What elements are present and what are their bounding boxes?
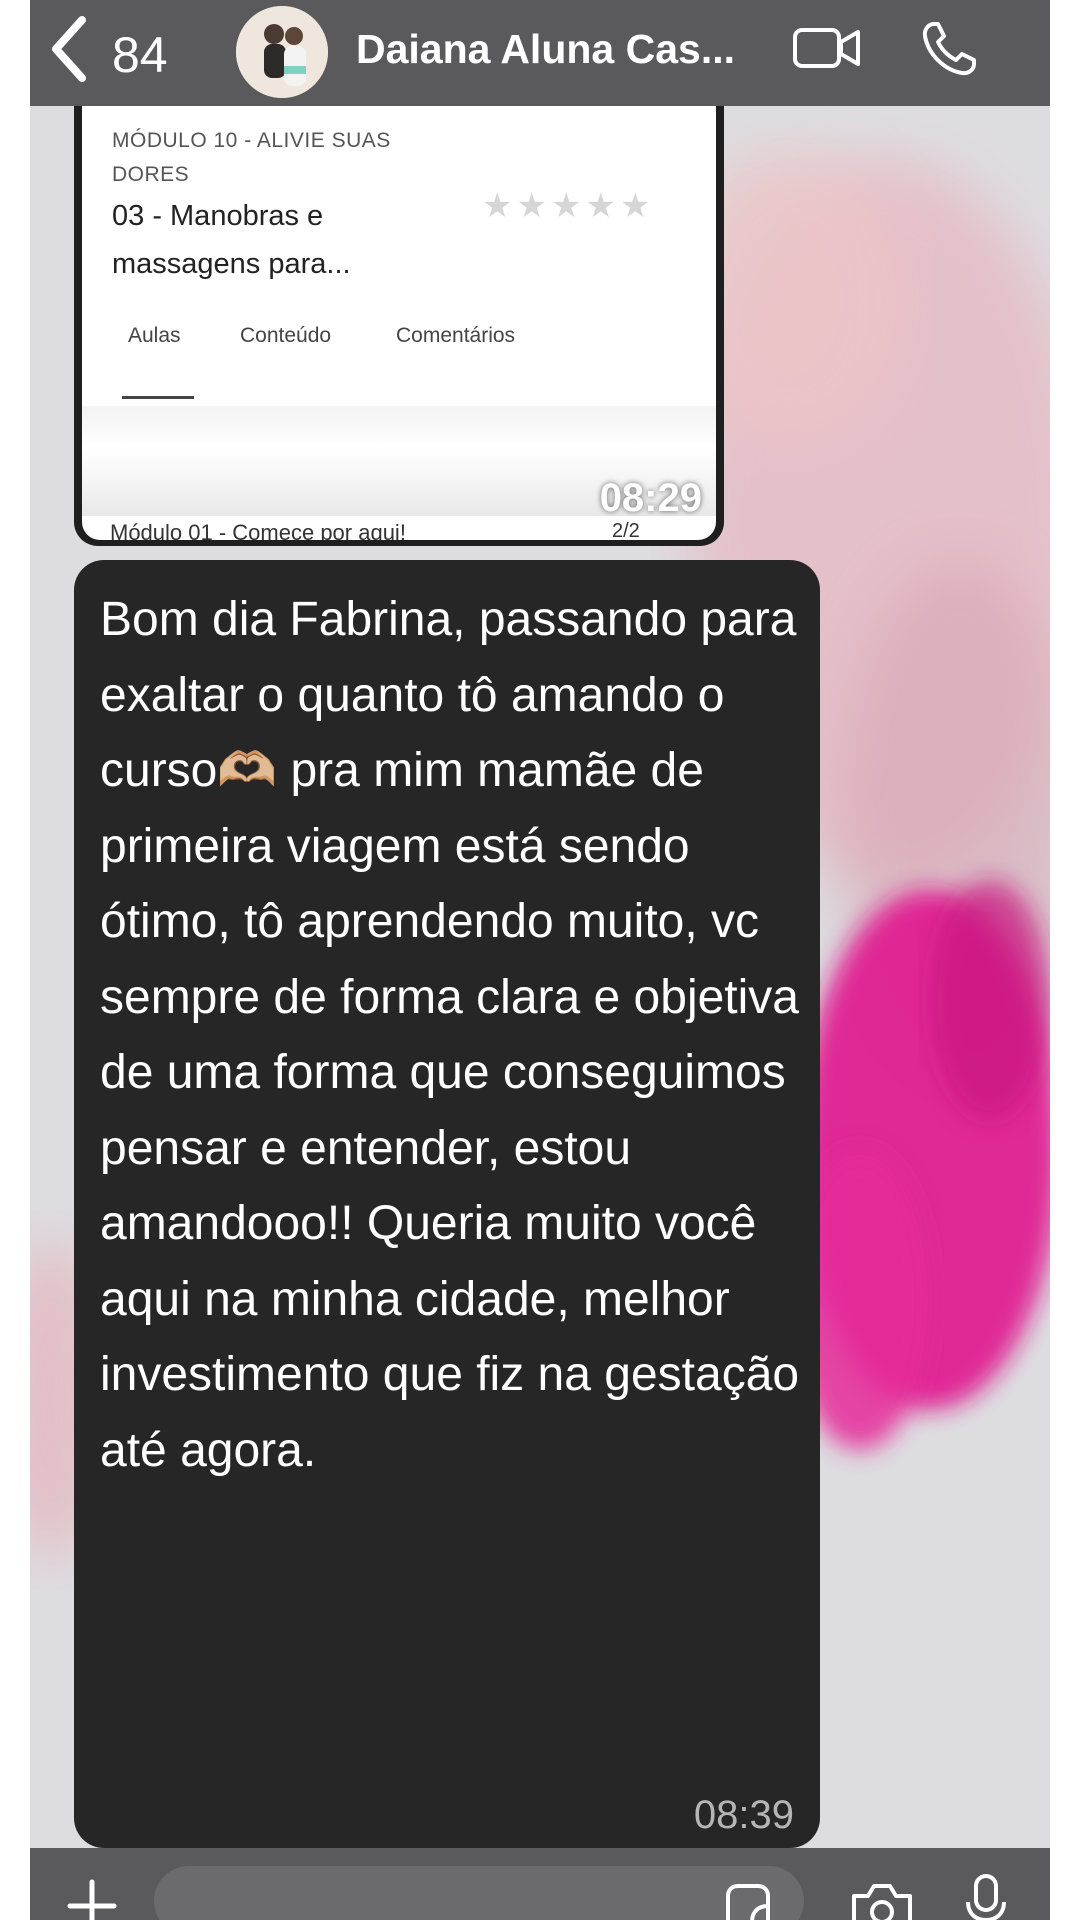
- active-tab-indicator: [122, 396, 194, 399]
- microphone-icon[interactable]: [964, 1872, 1008, 1920]
- lesson-title: 03 - Manobras e massagens para...: [112, 200, 351, 280]
- lesson-tabs: Aulas Conteúdo Comentários: [82, 324, 716, 374]
- plus-icon[interactable]: [66, 1878, 118, 1920]
- chat-header: 84 Daiana Aluna Cas...: [30, 0, 1050, 106]
- heart-hands-emoji: 🫶🏼: [217, 744, 278, 797]
- message-input[interactable]: [154, 1866, 804, 1920]
- camera-icon[interactable]: [850, 1878, 914, 1920]
- star-icon: ★: [516, 187, 547, 225]
- module-row: Módulo 01 - Comece por aqui!: [110, 520, 406, 540]
- contact-name[interactable]: Daiana Aluna Cas...: [356, 26, 735, 73]
- image-message[interactable]: MÓDULO 10 - ALIVIE SUAS DORES 03 - Manob…: [74, 106, 724, 546]
- message-text-part-2: pra mim mamãe de primeira viagem está se…: [100, 744, 800, 1477]
- course-screenshot: MÓDULO 10 - ALIVIE SUAS DORES 03 - Manob…: [82, 106, 716, 540]
- text-message[interactable]: Bom dia Fabrina, passando para exaltar o…: [74, 560, 820, 1848]
- rating-stars: ★ ★ ★ ★ ★: [482, 186, 654, 226]
- chevron-left-icon: [52, 16, 86, 82]
- star-icon: ★: [482, 187, 513, 225]
- message-body: Bom dia Fabrina, passando para exaltar o…: [100, 582, 800, 1488]
- chat-screen: 84 Daiana Aluna Cas... MÓDULO 10 - ALIVI…: [30, 0, 1050, 1920]
- star-icon: ★: [619, 187, 651, 225]
- unread-count: 84: [112, 27, 168, 83]
- image-message-time: 08:29: [599, 476, 702, 520]
- contact-avatar[interactable]: [236, 6, 328, 98]
- module-title: MÓDULO 10 - ALIVIE SUAS DORES: [112, 129, 391, 186]
- tab-conteudo: Conteúdo: [240, 324, 332, 347]
- message-time: 08:39: [693, 1793, 794, 1837]
- star-icon: ★: [550, 187, 582, 225]
- input-bar: [30, 1848, 1050, 1920]
- sticker-icon[interactable]: [722, 1882, 772, 1920]
- video-call-icon[interactable]: [792, 24, 862, 72]
- phone-icon[interactable]: [920, 20, 978, 78]
- tab-comentarios: Comentários: [396, 324, 516, 347]
- star-icon: ★: [585, 187, 616, 225]
- tab-aulas: Aulas: [128, 324, 181, 347]
- module-pager: 2/2: [612, 520, 640, 540]
- back-button[interactable]: 84: [48, 12, 218, 92]
